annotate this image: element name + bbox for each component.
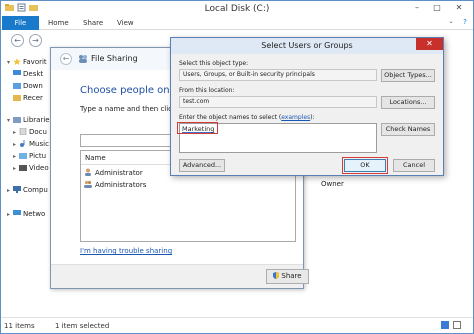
computer-icon [13, 186, 21, 193]
owner-column-header: Owner [321, 180, 344, 188]
close-window-button[interactable]: ✕ [453, 3, 465, 13]
nav-desktop[interactable]: Deskt [13, 70, 43, 81]
user-icon [84, 168, 92, 176]
dialog-title: Select Users or Groups [261, 41, 353, 50]
shield-icon [273, 271, 280, 284]
back-arrow-icon[interactable]: ← [60, 53, 72, 65]
documents-icon [19, 127, 27, 136]
name-column-header[interactable]: Name [85, 154, 106, 162]
star-icon [13, 58, 21, 65]
videos-icon [19, 164, 27, 171]
help-icon[interactable]: ? [459, 17, 471, 27]
status-item-count: 11 items [4, 322, 35, 330]
back-icon[interactable]: ← [11, 34, 24, 47]
highlight-ok-box [342, 157, 388, 174]
expand-ribbon-icon[interactable]: ⌄ [445, 17, 457, 27]
nav-documents[interactable]: ▸ Docu [13, 127, 47, 139]
network-icon [13, 210, 21, 217]
tab-home[interactable]: Home [48, 16, 69, 30]
nav-recent[interactable]: Recer [13, 94, 43, 105]
tab-view[interactable]: View [117, 16, 134, 30]
recent-icon [13, 94, 21, 101]
forward-icon[interactable]: → [29, 34, 42, 47]
object-names-label: Enter the object names to select (exampl… [179, 114, 315, 121]
highlight-names-box [177, 122, 218, 134]
tab-file[interactable]: File [2, 16, 39, 30]
details-view-icon[interactable] [441, 321, 449, 329]
music-icon [19, 140, 27, 147]
ribbon-tabs: File Home Share View ⌄ ? [1, 16, 473, 30]
large-icons-view-icon[interactable] [453, 321, 461, 329]
pictures-icon [19, 152, 27, 159]
status-bar: 11 items 1 item selected [1, 317, 473, 333]
explorer-title: Local Disk (C:) [204, 4, 270, 14]
downloads-icon [13, 82, 21, 89]
cancel-button[interactable]: Cancel [393, 159, 435, 172]
nav-libraries[interactable]: ▾ Librarie [7, 116, 50, 127]
file-sharing-title: File Sharing [91, 54, 138, 63]
nav-downloads[interactable]: Down [13, 82, 43, 93]
file-sharing-instruction: Type a name and then click [80, 105, 177, 113]
locations-button[interactable]: Locations... [381, 96, 435, 109]
libraries-icon [13, 116, 21, 123]
select-users-dialog: Select Users or Groups ✕ Select this obj… [170, 37, 444, 176]
nav-computer[interactable]: ▸ Compu [7, 186, 48, 197]
advanced-button[interactable]: Advanced... [179, 159, 225, 172]
maximize-button[interactable]: □ [431, 3, 443, 13]
nav-favorites[interactable]: ▾ Favorit [7, 58, 47, 69]
location-label: From this location: [179, 87, 235, 94]
object-types-button[interactable]: Object Types... [381, 69, 435, 82]
location-field: test.com [179, 96, 377, 108]
object-type-field: Users, Groups, or Built-in security prin… [179, 69, 377, 81]
dialog-titlebar: Select Users or Groups ✕ [171, 38, 443, 54]
nav-network[interactable]: ▸ Netwo [7, 210, 45, 221]
desktop-icon [13, 70, 21, 77]
list-item[interactable]: Administrator [84, 168, 143, 179]
tab-share[interactable]: Share [83, 16, 103, 30]
nav-pictures[interactable]: ▸ Pictu [13, 152, 46, 163]
object-type-label: Select this object type: [179, 60, 249, 67]
nav-videos[interactable]: ▸ Video [13, 164, 49, 175]
group-icon [84, 180, 92, 188]
close-icon[interactable]: ✕ [416, 38, 443, 50]
list-item[interactable]: Administrators [84, 180, 146, 191]
share-button[interactable]: Share [266, 269, 309, 284]
minimize-button[interactable]: – [411, 3, 423, 13]
examples-link[interactable]: examples [281, 114, 310, 121]
trouble-sharing-link[interactable]: I'm having trouble sharing [80, 247, 172, 255]
share-people-icon [78, 54, 88, 65]
nav-music[interactable]: ▸ Music [13, 140, 49, 151]
check-names-button[interactable]: Check Names [381, 123, 435, 136]
status-selected: 1 item selected [55, 322, 110, 330]
explorer-titlebar: Local Disk (C:) – □ ✕ [1, 1, 473, 16]
